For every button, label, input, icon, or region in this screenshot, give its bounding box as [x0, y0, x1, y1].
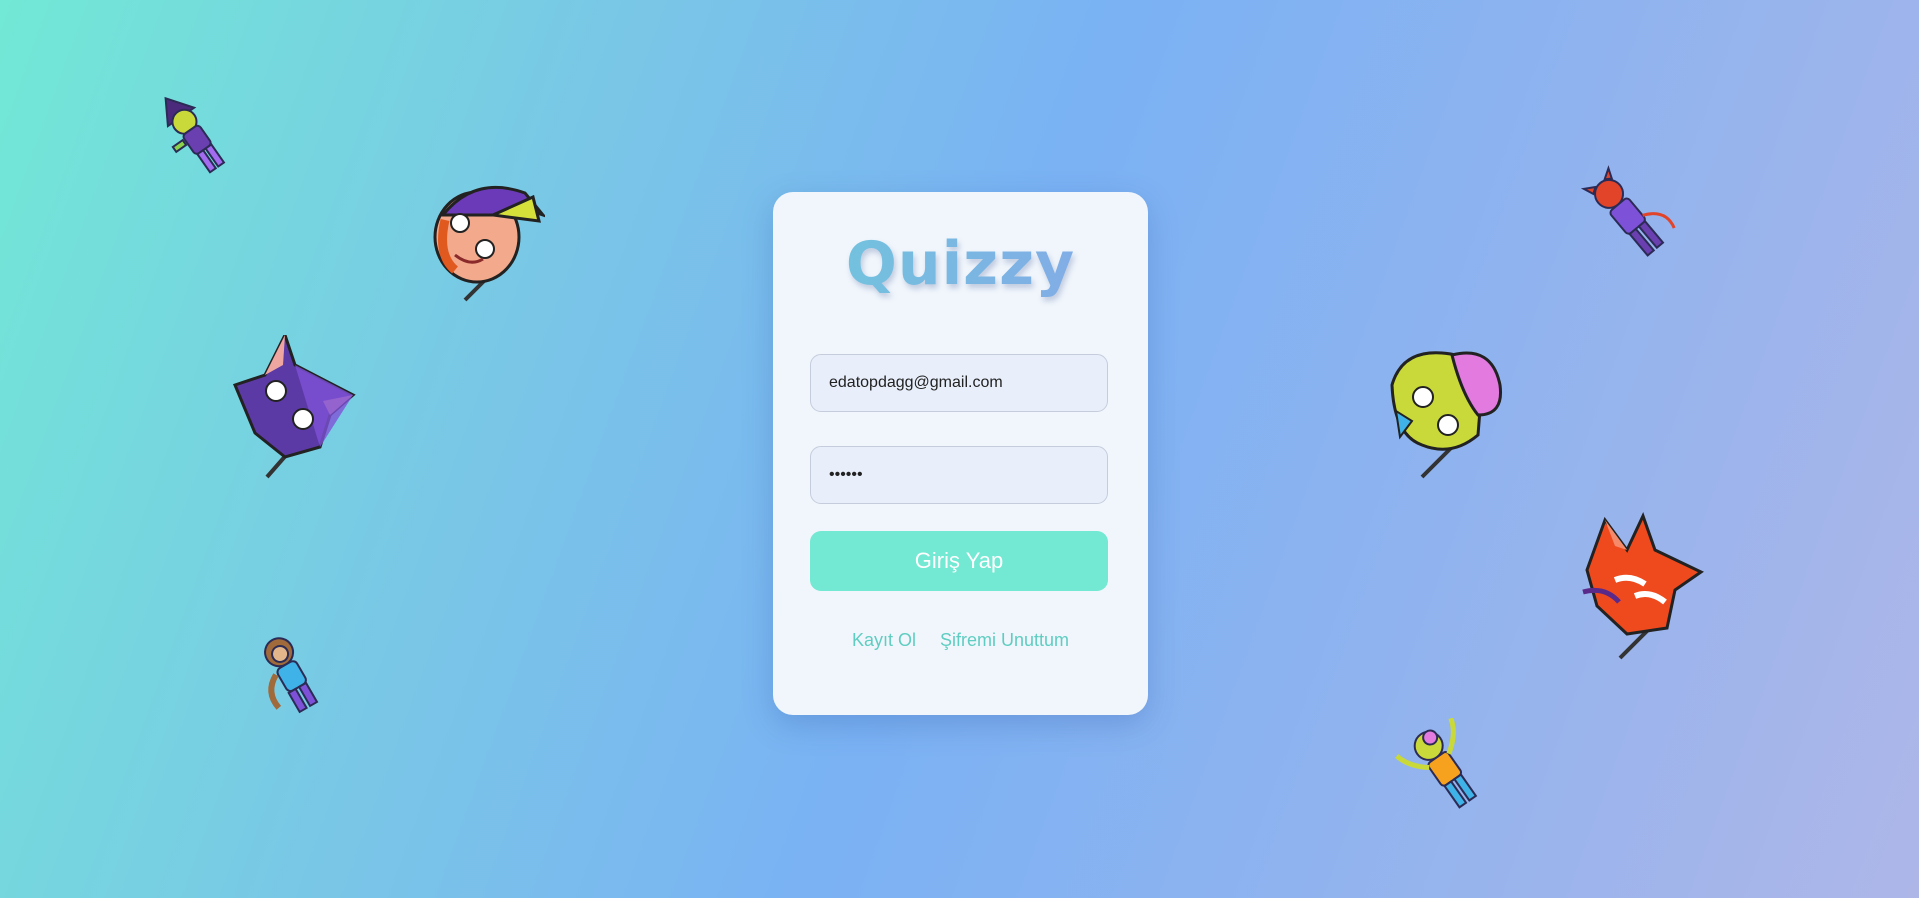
password-input[interactable] [810, 446, 1108, 504]
red-devil-mask-icon [1582, 512, 1704, 660]
register-link[interactable]: Kayıt Ol [852, 630, 916, 650]
login-button[interactable]: Giriş Yap [810, 531, 1108, 591]
auth-links: Kayıt Ol Şifremi Unuttum [773, 630, 1148, 651]
witch-girl-character-icon [164, 96, 226, 174]
witch-head-icon [433, 185, 545, 302]
purple-cat-mask-icon [232, 335, 356, 479]
forgot-password-link[interactable]: Şifremi Unuttum [940, 630, 1069, 650]
app-logo: Quizzy [773, 228, 1148, 300]
login-card: Quizzy Giriş Yap Kayıt Ol Şifremi Unuttum [773, 192, 1148, 715]
monkey-character-icon [264, 637, 319, 714]
email-input[interactable] [810, 354, 1108, 412]
devil-character-icon [1580, 165, 1676, 257]
zombie-head-icon [1390, 351, 1503, 479]
zombie-character-icon [1395, 718, 1478, 809]
